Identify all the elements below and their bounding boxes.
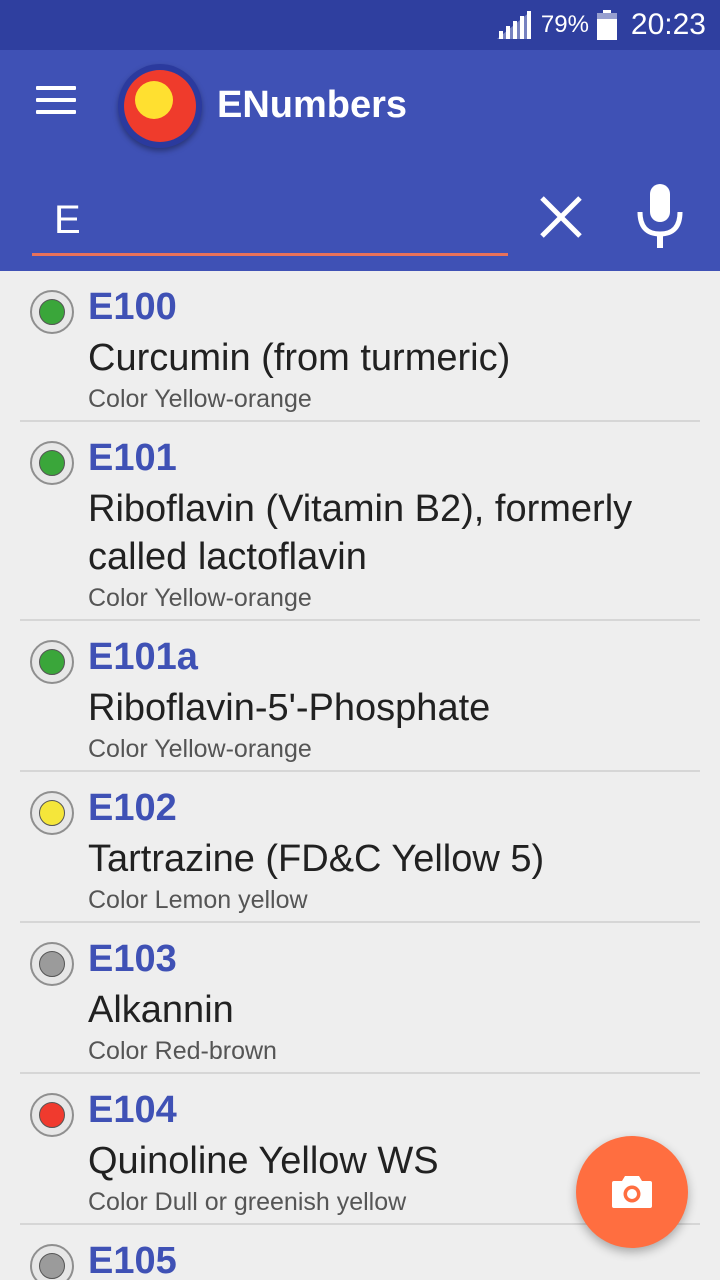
mic-icon[interactable] (636, 184, 684, 250)
status-dot-icon (30, 441, 74, 485)
item-code: E101a (88, 636, 198, 678)
status-dot-icon (30, 942, 74, 986)
item-code: E100 (88, 286, 177, 328)
app-bar: ENumbers (0, 50, 720, 271)
list-item[interactable]: E102 Tartrazine (FD&C Yellow 5) Color Lemo… (20, 772, 700, 923)
status-bar: 79% 20:23 (0, 0, 720, 50)
item-name: Alkannin (88, 989, 234, 1031)
item-code: E101 (88, 437, 177, 479)
status-time: 20:23 (630, 8, 706, 41)
signal-icon (496, 11, 531, 39)
list-item[interactable]: E103 Alkannin Color Red-brown (20, 923, 700, 1074)
item-category: Color Yellow-orange (88, 584, 312, 612)
item-code: E104 (88, 1089, 177, 1131)
list-item[interactable]: E100 Curcumin (from turmeric) Color Yellow… (20, 271, 700, 422)
search-input[interactable] (32, 188, 508, 256)
list-item[interactable]: E101 Riboflavin (Vitamin B2), formerly ca… (20, 422, 700, 621)
item-name: Riboflavin-5'-Phosphate (88, 687, 491, 729)
status-dot-icon (30, 1244, 74, 1280)
item-name: Curcumin (from turmeric) (88, 337, 511, 379)
hamburger-menu-icon[interactable] (36, 86, 76, 114)
item-category: Color Yellow-orange (88, 735, 312, 763)
enumber-list: E100 Curcumin (from turmeric) Color Yellow… (0, 271, 720, 1280)
camera-icon (612, 1176, 652, 1208)
item-category: Color Yellow-orange (88, 385, 312, 413)
item-name: Tartrazine (FD&C Yellow 5) (88, 838, 545, 880)
status-dot-icon (30, 290, 74, 334)
item-category: Color Red-brown (88, 1037, 277, 1065)
item-code: E102 (88, 787, 177, 829)
close-icon[interactable] (538, 194, 584, 240)
battery-icon (596, 10, 617, 40)
battery-percent: 79% (540, 11, 589, 38)
status-dot-icon (30, 640, 74, 684)
item-code: E103 (88, 938, 177, 980)
item-category: Color Lemon yellow (88, 886, 308, 914)
item-name: Riboflavin (Vitamin B2), formerly called… (88, 488, 633, 578)
camera-fab-button[interactable] (576, 1136, 688, 1248)
app-title: ENumbers (217, 84, 408, 126)
app-logo-icon (118, 64, 202, 148)
status-dot-icon (30, 791, 74, 835)
list-item[interactable]: E101a Riboflavin-5'-Phosphate Color Yellow… (20, 621, 700, 772)
status-dot-icon (30, 1093, 74, 1137)
item-code: E105 (88, 1240, 177, 1280)
